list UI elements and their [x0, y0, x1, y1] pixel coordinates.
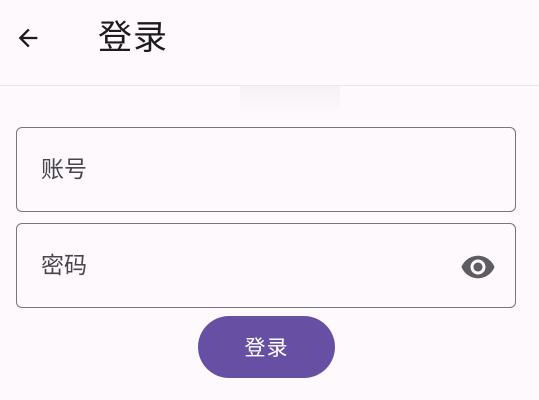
back-button[interactable] [6, 16, 50, 60]
password-field[interactable] [16, 223, 516, 308]
top-app-bar: 登录 [0, 0, 539, 86]
password-input[interactable] [41, 224, 461, 307]
eye-icon [461, 255, 495, 279]
login-button[interactable]: 登录 [198, 316, 335, 378]
page-title: 登录 [98, 18, 168, 58]
account-input[interactable] [41, 128, 461, 211]
app-bar-shadow [240, 86, 340, 112]
account-field[interactable] [16, 127, 516, 212]
toggle-password-visibility-button[interactable] [459, 248, 497, 286]
arrow-left-icon [18, 28, 38, 48]
login-screen: 登录 登录 [0, 0, 539, 400]
